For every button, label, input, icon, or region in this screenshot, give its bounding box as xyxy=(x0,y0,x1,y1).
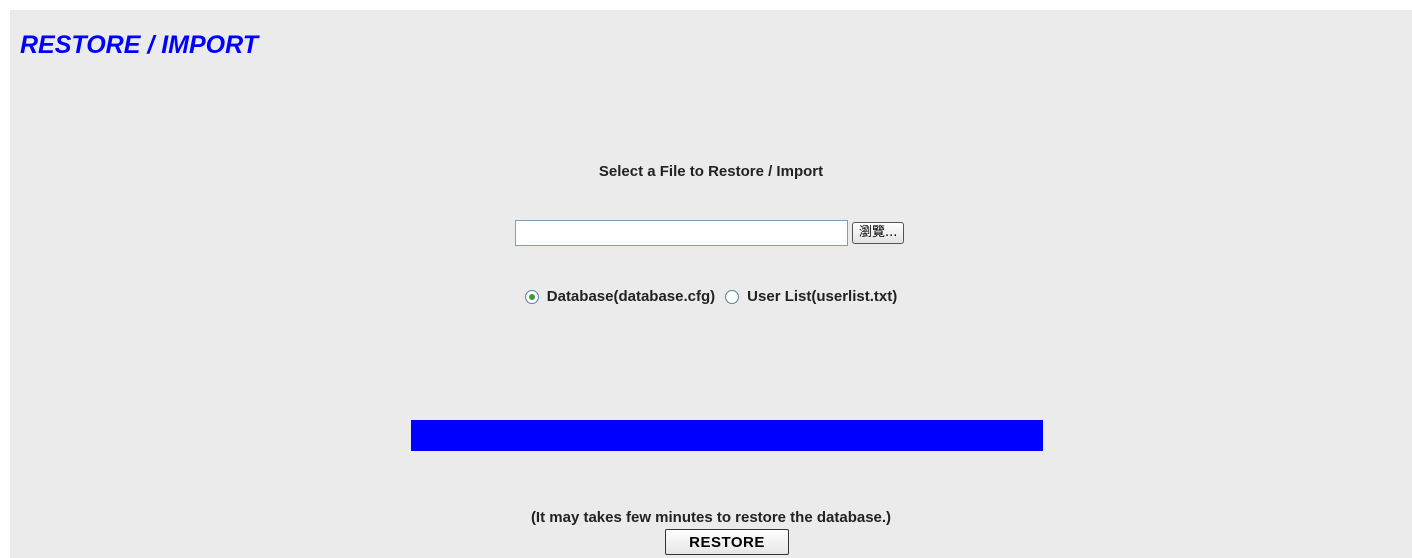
page-title: RESTORE / IMPORT xyxy=(20,31,259,59)
file-path-input[interactable] xyxy=(515,220,848,246)
browse-button[interactable]: 瀏覽... xyxy=(852,222,905,244)
radio-userlist-button[interactable] xyxy=(725,289,740,304)
restore-type-group: Database(database.cfg) User List(userlis… xyxy=(10,288,1412,305)
radio-option-database[interactable]: Database(database.cfg) xyxy=(524,288,716,305)
radio-option-userlist[interactable]: User List(userlist.txt) xyxy=(725,288,897,305)
radio-database-button[interactable] xyxy=(524,289,539,304)
restore-button[interactable]: RESTORE xyxy=(665,529,789,555)
restore-time-note: (It may takes few minutes to restore the… xyxy=(530,509,892,526)
progress-bar xyxy=(411,420,1043,451)
radio-userlist-label: User List(userlist.txt) xyxy=(747,288,898,305)
restore-panel: RESTORE / IMPORT Select a File to Restor… xyxy=(10,10,1412,558)
progress-bar-fill xyxy=(411,420,1043,451)
file-picker: 瀏覽... xyxy=(515,218,905,248)
radio-database-label: Database(database.cfg) xyxy=(546,288,716,305)
select-file-label: Select a File to Restore / Import xyxy=(598,163,824,180)
